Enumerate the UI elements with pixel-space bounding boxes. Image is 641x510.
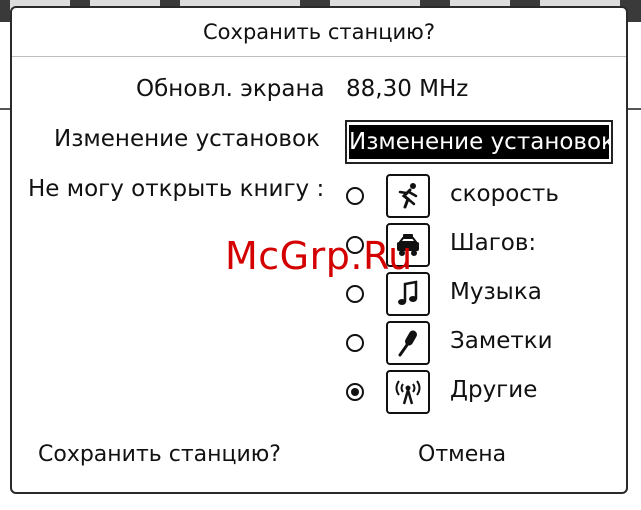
option-label: Заметки	[450, 328, 553, 354]
category-option-other[interactable]: Другие	[346, 370, 606, 414]
frequency-value: 88,30 MHz	[346, 76, 469, 102]
radio-button[interactable]	[346, 285, 364, 303]
option-label: Другие	[450, 377, 538, 403]
watermark-text: McGrp.Ru	[225, 234, 413, 278]
category-label: Не могу открыть книгу :	[28, 176, 325, 202]
category-option-speed[interactable]: скорость	[346, 174, 606, 218]
music-note-icon	[386, 272, 430, 316]
station-name-label: Изменение установок	[54, 126, 320, 152]
radio-button[interactable]	[346, 187, 364, 205]
runner-icon	[386, 174, 430, 218]
category-option-music[interactable]: Музыка	[346, 272, 606, 316]
option-label: скорость	[450, 181, 559, 207]
title-divider	[12, 56, 626, 57]
radio-button-selected[interactable]	[346, 383, 364, 401]
save-button[interactable]: Сохранить станцию?	[38, 442, 281, 467]
antenna-icon	[386, 370, 430, 414]
cancel-button[interactable]: Отмена	[418, 442, 506, 467]
category-option-notes[interactable]: Заметки	[346, 321, 606, 365]
frequency-label: Обновл. экрана	[136, 76, 325, 102]
station-name-input[interactable]: Изменение установок	[345, 120, 613, 164]
radio-button[interactable]	[346, 334, 364, 352]
option-label: Музыка	[450, 279, 542, 305]
station-name-selected-text: Изменение установок	[349, 125, 609, 159]
option-label: Шагов:	[450, 230, 537, 256]
microphone-icon	[386, 321, 430, 365]
dialog-title: Сохранить станцию?	[203, 20, 435, 44]
